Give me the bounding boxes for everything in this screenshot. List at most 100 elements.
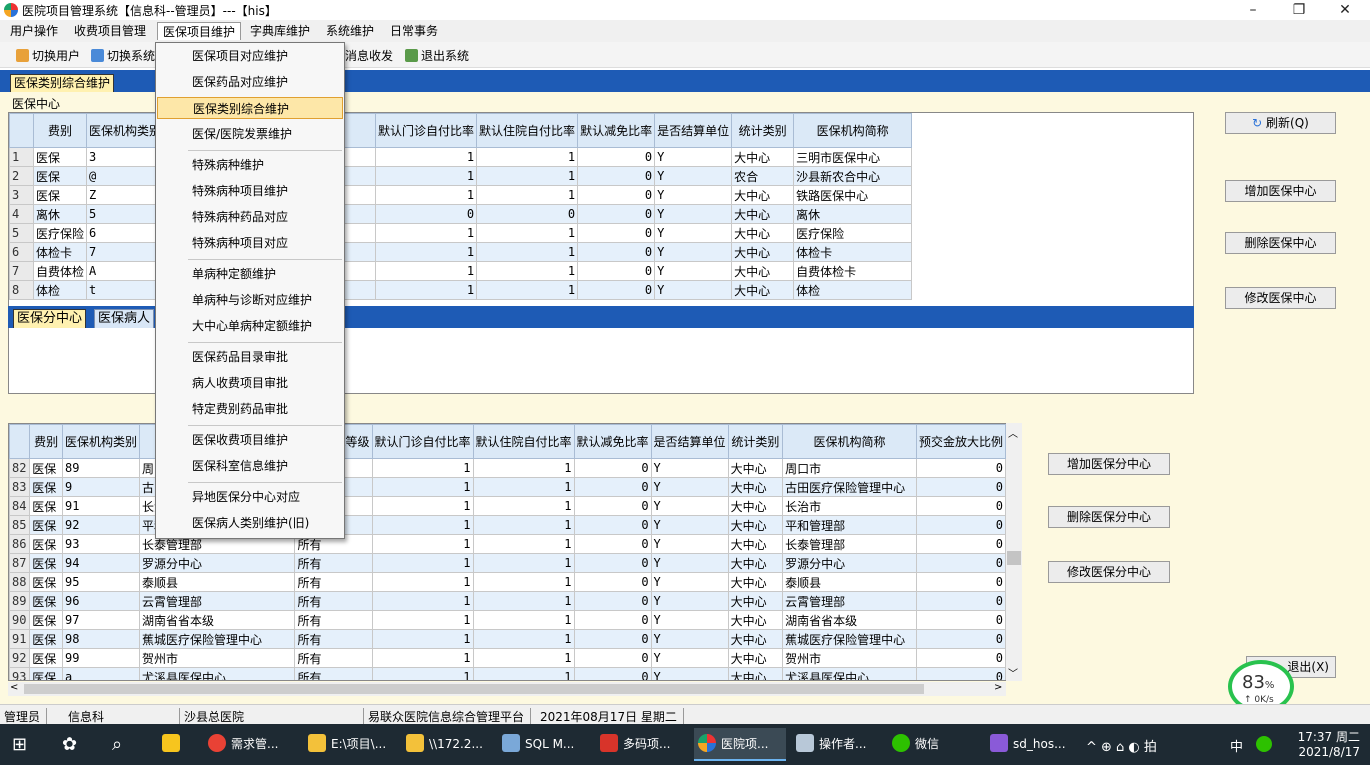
column-header[interactable]: 是否结算单位: [654, 113, 733, 148]
dropdown-item[interactable]: 特殊病种项目对应: [157, 232, 343, 254]
dropdown-item[interactable]: 医保药品对应维护: [157, 71, 343, 93]
clock-date[interactable]: 2021/8/17: [1292, 745, 1360, 759]
table-row[interactable]: 6体检卡7体检110Y大中心体检卡: [9, 242, 913, 262]
scroll-left-icon[interactable]: <: [10, 682, 18, 693]
table-row[interactable]: 4离休5离休000Y大中心离休: [9, 204, 913, 224]
table-row[interactable]: 92 医保 99 贺州市 所有 1 1 0 Y 大中心 贺州市 0: [9, 648, 1006, 668]
dropdown-item[interactable]: 单病种定额维护: [157, 263, 343, 285]
table-row[interactable]: 87 医保 94 罗源分中心 所有 1 1 0 Y 大中心 罗源分中心 0: [9, 553, 1006, 573]
dropdown-item[interactable]: 病人收费项目审批: [157, 372, 343, 394]
column-header[interactable]: 费别: [32, 113, 88, 148]
menu-dictionary[interactable]: 字典库维护: [245, 22, 315, 40]
dropdown-item[interactable]: 医保病人类别维护(旧): [157, 512, 343, 534]
column-header[interactable]: 默认住院自付比率: [472, 424, 575, 459]
column-header[interactable]: 预交金放大比例: [915, 424, 1006, 459]
column-header[interactable]: 默认门诊自付比率: [375, 113, 478, 148]
close-button[interactable]: ✕: [1322, 0, 1368, 20]
clock-time[interactable]: 17:37 周二: [1292, 728, 1360, 745]
dropdown-item[interactable]: 特殊病种维护: [157, 154, 343, 176]
task-explorer-2[interactable]: \\172.2...: [402, 728, 494, 761]
search-button[interactable]: ⌕: [108, 728, 148, 761]
dropdown-item[interactable]: 医保类别综合维护: [157, 97, 343, 119]
task-wechat[interactable]: 微信: [888, 728, 980, 761]
scroll-right-icon[interactable]: >: [994, 682, 1002, 693]
menu-insurance-items[interactable]: 医保项目维护: [157, 22, 242, 40]
sticky-notes-button[interactable]: [158, 728, 194, 761]
minimize-button[interactable]: –: [1230, 0, 1276, 20]
dropdown-item[interactable]: 特定费别药品审批: [157, 398, 343, 420]
table-row[interactable]: 89 医保 96 云霄管理部 所有 1 1 0 Y 大中心 云霄管理部 0: [9, 591, 1006, 611]
task-multicode[interactable]: 多码项...: [596, 728, 688, 761]
column-header[interactable]: 默认住院自付比率: [476, 113, 579, 148]
scroll-down-icon[interactable]: ﹀: [1008, 665, 1018, 680]
switch-system-button[interactable]: 切换系统: [91, 47, 155, 64]
dropdown-item[interactable]: 特殊病种药品对应: [157, 206, 343, 228]
column-header[interactable]: 默认门诊自付比率: [371, 424, 474, 459]
dropdown-item[interactable]: 单病种与诊断对应维护: [157, 289, 343, 311]
column-header[interactable]: 费别: [29, 424, 64, 459]
column-header[interactable]: 统计类别: [731, 113, 795, 148]
table-row[interactable]: 7自费体检A自费110Y大中心自费体检卡: [9, 261, 913, 281]
column-header[interactable]: 医保机构简称: [782, 424, 917, 459]
task-sd-hos[interactable]: sd_hos...: [986, 728, 1078, 761]
edit-insurance-center-button[interactable]: 修改医保中心: [1225, 287, 1336, 309]
refresh-button[interactable]: ↻ 刷新(Q): [1225, 112, 1336, 134]
task-hospital-app[interactable]: 医院项...: [694, 728, 786, 761]
column-header[interactable]: 医保机构类别: [86, 113, 165, 148]
switch-user-button[interactable]: 切换用户: [16, 47, 80, 64]
tab-insurance-category[interactable]: 医保类别综合维护: [10, 74, 115, 92]
table-row[interactable]: 90 医保 97 湖南省省本级 所有 1 1 0 Y 大中心 湖南省省本级 0: [9, 610, 1006, 630]
horizontal-scrollbar[interactable]: < >: [8, 682, 1006, 696]
app360-button[interactable]: ✿: [58, 728, 98, 761]
task-sql[interactable]: SQL M...: [498, 728, 590, 761]
add-sub-center-button[interactable]: 增加医保分中心: [1048, 453, 1170, 475]
table-row[interactable]: 88 医保 95 泰顺县 所有 1 1 0 Y 大中心 泰顺县 0: [9, 572, 1006, 592]
dropdown-item[interactable]: 异地医保分中心对应: [157, 486, 343, 508]
task-explorer-1[interactable]: E:\项目\...: [304, 728, 396, 761]
start-button[interactable]: ⊞: [8, 728, 48, 761]
dropdown-item[interactable]: 医保药品目录审批: [157, 346, 343, 368]
table-row[interactable]: 93 医保 a 尤溪县医保中心 所有 1 1 0 Y 大中心 尤溪县医保中心 0: [9, 667, 1006, 680]
table-row[interactable]: 2医保@沙县110Y农合沙县新农合中心: [9, 166, 913, 186]
ime-indicator[interactable]: 中: [1230, 736, 1243, 755]
system-tray[interactable]: ^ ⊕ ⌂ ◐ 拍: [1086, 736, 1157, 755]
column-header[interactable]: 医保机构类别: [62, 424, 141, 459]
maximize-button[interactable]: ❐: [1276, 0, 1322, 20]
scroll-up-icon[interactable]: ︿: [1008, 425, 1018, 440]
table-row[interactable]: 3医保Z铁路110Y大中心铁路医保中心: [9, 185, 913, 205]
tab-sub-center[interactable]: 医保分中心: [13, 309, 87, 328]
hscroll-thumb[interactable]: [24, 684, 924, 694]
column-header[interactable]: 是否结算单位: [650, 424, 729, 459]
delete-insurance-center-button[interactable]: 删除医保中心: [1225, 232, 1336, 254]
table-row[interactable]: 91 医保 98 蕉城医疗保险管理中心 所有 1 1 0 Y 大中心 蕉城医疗保险管理中心 0: [9, 629, 1006, 649]
add-insurance-center-button[interactable]: 增加医保中心: [1225, 180, 1336, 202]
vertical-scrollbar[interactable]: ︿ ﹀: [1006, 423, 1022, 681]
message-button[interactable]: 消息收发: [345, 47, 393, 64]
table-row[interactable]: 8体检t体检110Y大中心体检: [9, 280, 913, 300]
column-header[interactable]: 默认减免比率: [577, 113, 656, 148]
task-operator[interactable]: 操作者...: [792, 728, 884, 761]
column-header[interactable]: 统计类别: [727, 424, 784, 459]
menu-system[interactable]: 系统维护: [321, 22, 379, 40]
table-row[interactable]: 5医疗保险6医疗110Y大中心医疗保险: [9, 223, 913, 243]
dropdown-item[interactable]: 医保项目对应维护: [157, 45, 343, 67]
menu-user-ops[interactable]: 用户操作: [5, 22, 63, 40]
exit-system-button[interactable]: 退出系统: [405, 47, 469, 64]
table-row[interactable]: 1医保3三明110Y大中心三明市医保中心: [9, 147, 913, 167]
delete-sub-center-button[interactable]: 删除医保分中心: [1048, 506, 1170, 528]
table-cell: a: [62, 667, 141, 680]
menu-daily[interactable]: 日常事务: [385, 22, 443, 40]
task-chrome[interactable]: 需求管...: [204, 728, 298, 761]
column-header[interactable]: 医保机构简称: [793, 113, 913, 148]
sogou-icon[interactable]: [1256, 736, 1272, 752]
column-header[interactable]: 默认减免比率: [573, 424, 652, 459]
tab-insurance-patient[interactable]: 医保病人: [94, 309, 155, 328]
menu-charge-items[interactable]: 收费项目管理: [69, 22, 151, 40]
dropdown-item[interactable]: 特殊病种项目维护: [157, 180, 343, 202]
scroll-thumb[interactable]: [1007, 551, 1021, 565]
edit-sub-center-button[interactable]: 修改医保分中心: [1048, 561, 1170, 583]
dropdown-item[interactable]: 医保科室信息维护: [157, 455, 343, 477]
dropdown-item[interactable]: 医保收费项目维护: [157, 429, 343, 451]
dropdown-item[interactable]: 医保/医院发票维护: [157, 123, 343, 145]
dropdown-item[interactable]: 大中心单病种定额维护: [157, 315, 343, 337]
